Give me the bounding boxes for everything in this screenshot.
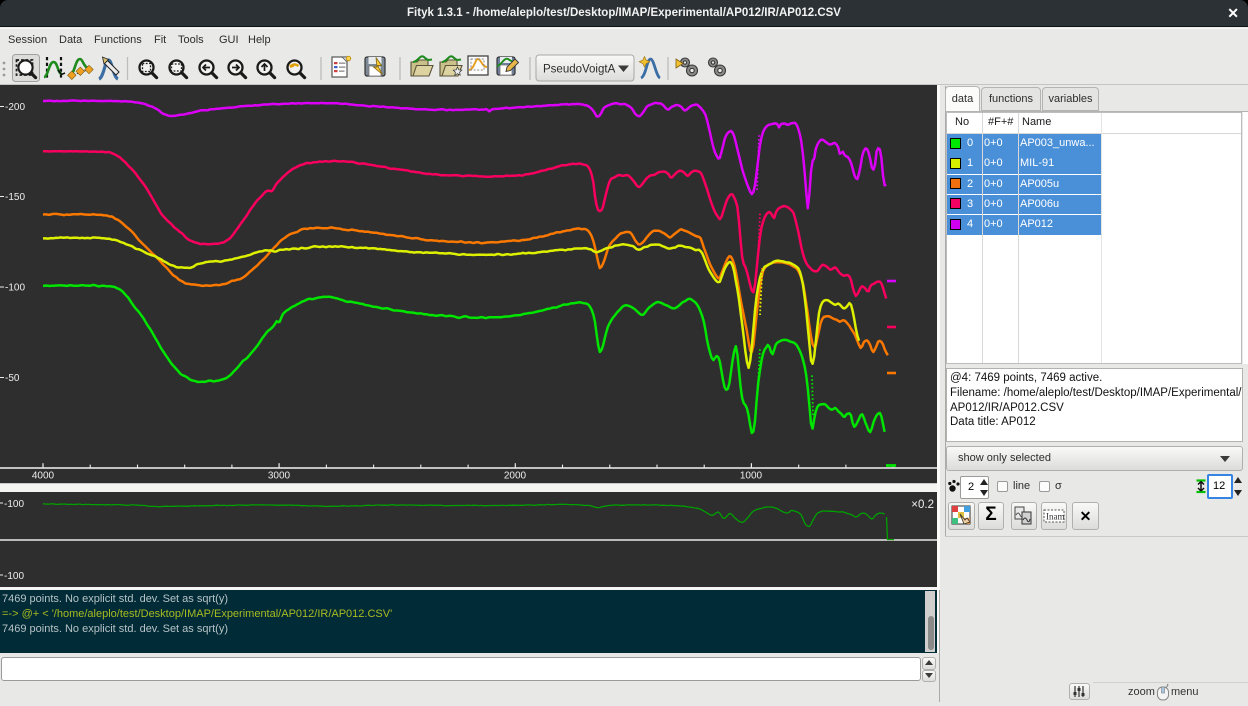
svg-text:4000: 4000 <box>32 471 55 482</box>
svg-text:PseudoVoigtA: PseudoVoigtA <box>543 64 616 76</box>
svg-text:-200: -200 <box>5 102 25 113</box>
svg-text:-150: -150 <box>5 192 25 203</box>
svg-text:3000: 3000 <box>268 471 291 482</box>
svg-text:Inam: Inam <box>1046 512 1065 522</box>
svg-text:-100: -100 <box>5 283 25 294</box>
svg-text:-100: -100 <box>4 571 24 582</box>
svg-text:×0.2: ×0.2 <box>911 499 934 511</box>
svg-text:1000: 1000 <box>740 471 763 482</box>
svg-text:-100: -100 <box>4 499 24 510</box>
svg-text:2000: 2000 <box>504 471 527 482</box>
svg-text:-50: -50 <box>5 373 20 384</box>
